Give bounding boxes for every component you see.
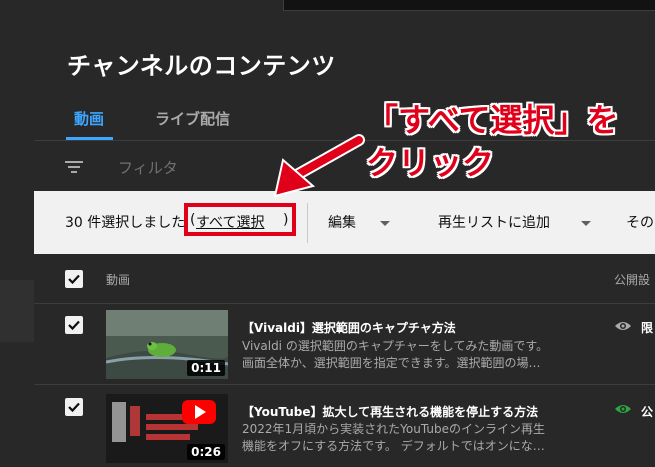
header-divider — [34, 303, 655, 304]
left-sidebar — [0, 14, 34, 467]
filter-icon[interactable] — [65, 160, 83, 174]
select-all-checkbox[interactable] — [65, 270, 83, 288]
row-checkbox[interactable] — [65, 316, 83, 334]
edit-dropdown[interactable]: 編集 — [328, 212, 356, 232]
annotation-arrow-icon — [273, 134, 365, 198]
eye-icon — [615, 405, 631, 413]
annotation-line2: クリック — [366, 144, 495, 182]
video-description: Vivaldi の選択範囲のキャプチャーをしてみた動画です。 画面全体か、選択範… — [242, 338, 582, 372]
visibility-label[interactable]: 限 — [641, 319, 653, 336]
video-thumbnail[interactable]: 0:11 — [106, 310, 228, 379]
video-description-line: 2022年1月頃から実装されたYouTubeのインライン再生 — [242, 422, 545, 436]
video-title[interactable]: 【Vivaldi】選択範囲のキャプチャ方法 — [242, 319, 456, 336]
playlist-caret-icon — [581, 221, 591, 226]
video-column-header: 動画 — [106, 273, 131, 287]
edit-caret-icon — [380, 221, 390, 226]
top-bar — [0, 0, 655, 14]
video-description: 2022年1月頃から実装されたYouTubeのインライン再生 機能をオフにする方… — [242, 421, 582, 455]
add-to-playlist-dropdown[interactable]: 再生リストに追加 — [438, 212, 550, 232]
visibility-column-header: 公開設 — [614, 273, 651, 287]
selection-count: 30 件選択しました — [65, 215, 186, 231]
page-title: チャンネルのコンテンツ — [67, 52, 336, 80]
eye-icon — [615, 322, 631, 330]
video-description-line: 機能をオフにする方法です。 デフォルトではオンにな… — [242, 439, 545, 453]
other-actions-dropdown[interactable]: その — [626, 212, 654, 232]
tab-live[interactable]: ライブ配信 — [155, 108, 230, 129]
sidebar-item-active[interactable] — [0, 280, 34, 342]
filter-input[interactable]: フィルタ — [118, 157, 178, 178]
search-box[interactable] — [283, 0, 655, 11]
annotation-line1: 「すべて選択」を — [366, 101, 619, 139]
video-duration: 0:26 — [187, 444, 225, 460]
video-title[interactable]: 【YouTube】拡大して再生される機能を停止する方法 — [242, 403, 538, 420]
row-divider — [34, 384, 655, 385]
visibility-label[interactable]: 公 — [641, 403, 653, 420]
video-description-line: Vivaldi の選択範囲のキャプチャーをしてみた動画です。 — [242, 339, 549, 353]
video-description-line: 画面全体か、選択範囲を指定できます。選択範囲の場… — [242, 356, 541, 370]
video-duration: 0:11 — [187, 360, 225, 376]
video-thumbnail[interactable]: 0:26 — [106, 394, 228, 463]
tab-videos[interactable]: 動画 — [74, 108, 104, 129]
row-checkbox[interactable] — [65, 398, 83, 416]
